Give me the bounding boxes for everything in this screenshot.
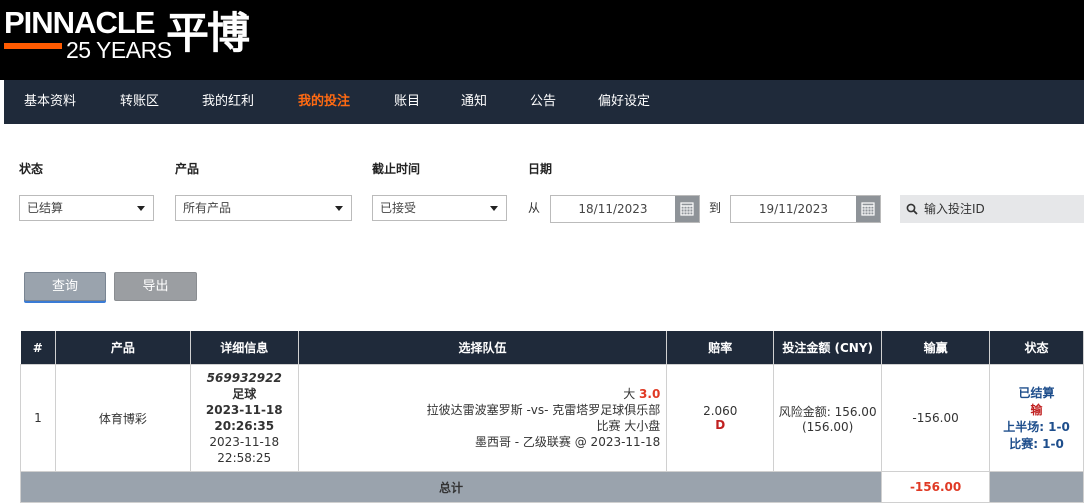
table-row: 1 体育博彩 569932922 足球 2023-11-18 20:26:35 … <box>20 364 1084 472</box>
col-header-stake: 投注金额 (CNY) <box>773 331 883 365</box>
brand-logo[interactable]: PINNACLE <box>4 6 155 40</box>
search-placeholder: 输入投注ID <box>924 202 985 216</box>
date-label: 日期 <box>528 162 553 176</box>
market-name: 比赛 大小盘 <box>596 419 661 433</box>
col-header-product: 产品 <box>55 331 191 365</box>
status-select[interactable]: 已结算 <box>19 195 154 221</box>
row-number: 1 <box>20 364 56 472</box>
calendar-icon[interactable] <box>856 196 880 222</box>
nav-item-my-bets[interactable]: 我的投注 <box>298 80 350 124</box>
chevron-down-icon <box>137 206 145 211</box>
status-select-value: 已结算 <box>27 201 64 215</box>
total-row: 总计 -156.00 <box>19 471 1084 503</box>
col-header-details: 详细信息 <box>190 331 299 365</box>
brand-logo-accent <box>4 43 62 49</box>
total-label: 总计 <box>19 471 883 503</box>
nav-item-statement[interactable]: 账目 <box>394 80 420 124</box>
nav-item-preferences[interactable]: 偏好设定 <box>598 80 650 124</box>
chevron-down-icon <box>490 206 498 211</box>
nav-item-notifications[interactable]: 通知 <box>461 80 487 124</box>
from-date-value: 18/11/2023 <box>578 202 648 216</box>
product-select[interactable]: 所有产品 <box>175 195 352 221</box>
col-header-odds: 赔率 <box>666 331 775 365</box>
league-date: 墨西哥 - 乙级联赛 @ 2023-11-18 <box>474 435 661 449</box>
bets-content: 状态 产品 截止时间 日期 已结算 所有产品 已接受 从 18/11/2023 … <box>4 124 1084 503</box>
to-label: 到 <box>709 201 722 215</box>
sport-name: 足球 <box>232 387 257 401</box>
nav-item-bonus[interactable]: 我的红利 <box>202 80 254 124</box>
bet-id-search[interactable]: 输入投注ID <box>900 195 1084 223</box>
nav-item-transfer[interactable]: 转账区 <box>120 80 159 124</box>
selection-line: 3.0 <box>639 387 661 401</box>
settled-date: 2023-11-18 <box>209 435 280 449</box>
col-header-number: # <box>20 331 56 365</box>
row-win-loss: -156.00 <box>881 364 991 472</box>
first-half-score: 上半场: 1-0 <box>1003 420 1070 434</box>
placed-date: 2023-11-18 <box>205 403 283 417</box>
table-header-row: # 产品 详细信息 选择队伍 赔率 投注金额 (CNY) 输赢 状态 <box>20 331 1084 365</box>
bet-id[interactable]: 569932922 <box>191 370 298 386</box>
total-status-cell <box>989 471 1084 503</box>
settled-time: 22:58:25 <box>217 451 272 465</box>
odds-format: D <box>715 418 726 432</box>
stake-risk: 风险金额: 156.00 <box>778 404 877 419</box>
status-label: 状态 <box>19 162 44 176</box>
calendar-icon[interactable] <box>675 196 699 222</box>
to-date-value: 19/11/2023 <box>758 202 829 216</box>
top-header: PINNACLE 25 YEARS 平博 <box>0 0 1084 80</box>
row-status: 已结算 输 上半场: 1-0 比赛: 1-0 <box>989 364 1084 472</box>
selection-side: 大 <box>623 387 636 401</box>
nav-item-announcements[interactable]: 公告 <box>530 80 556 124</box>
deadline-label: 截止时间 <box>372 162 421 176</box>
deadline-select-value: 已接受 <box>380 201 417 215</box>
result-text: 输 <box>1030 403 1043 417</box>
product-label: 产品 <box>175 162 200 176</box>
query-button[interactable]: 查询 <box>24 272 106 301</box>
from-label: 从 <box>528 201 541 215</box>
product-select-value: 所有产品 <box>183 201 232 215</box>
row-product: 体育博彩 <box>54 364 191 472</box>
col-header-selection: 选择队伍 <box>298 331 668 365</box>
export-button[interactable]: 导出 <box>114 272 197 301</box>
match-name: 拉彼达雷波塞罗斯 -vs- 克雷塔罗足球俱乐部 <box>426 403 661 417</box>
bets-table: # 产品 详细信息 选择队伍 赔率 投注金额 (CNY) 输赢 状态 1 体育博… <box>19 331 1084 503</box>
full-time-score: 比赛: 1-0 <box>1009 437 1064 451</box>
to-date-field[interactable]: 19/11/2023 <box>730 195 881 223</box>
main-nav: 基本资料 转账区 我的红利 我的投注 账目 通知 公告 偏好设定 <box>4 80 1084 124</box>
from-date-field[interactable]: 18/11/2023 <box>550 195 700 223</box>
row-details: 569932922 足球 2023-11-18 20:26:35 2023-11… <box>189 364 299 472</box>
row-odds: 2.060 D <box>666 364 775 472</box>
row-selection: 大 3.0 拉彼达雷波塞罗斯 -vs- 克雷塔罗足球俱乐部 比赛 大小盘 墨西哥… <box>297 364 668 472</box>
nav-item-profile[interactable]: 基本资料 <box>24 80 76 124</box>
total-win-loss: -156.00 <box>881 471 991 503</box>
brand-chinese-name: 平博 <box>166 9 250 59</box>
chevron-down-icon <box>335 206 343 211</box>
brand-tagline: 25 YEARS <box>66 37 172 63</box>
search-icon <box>906 203 918 218</box>
col-header-win-loss: 输赢 <box>881 331 991 365</box>
stake-amount: (156.00) <box>801 419 854 434</box>
odds-value: 2.060 <box>703 404 738 418</box>
placed-time: 20:26:35 <box>214 419 275 433</box>
status-text: 已结算 <box>1018 386 1055 400</box>
col-header-status: 状态 <box>989 331 1084 365</box>
deadline-select[interactable]: 已接受 <box>372 195 507 221</box>
row-stake: 风险金额: 156.00 (156.00) <box>773 364 883 472</box>
